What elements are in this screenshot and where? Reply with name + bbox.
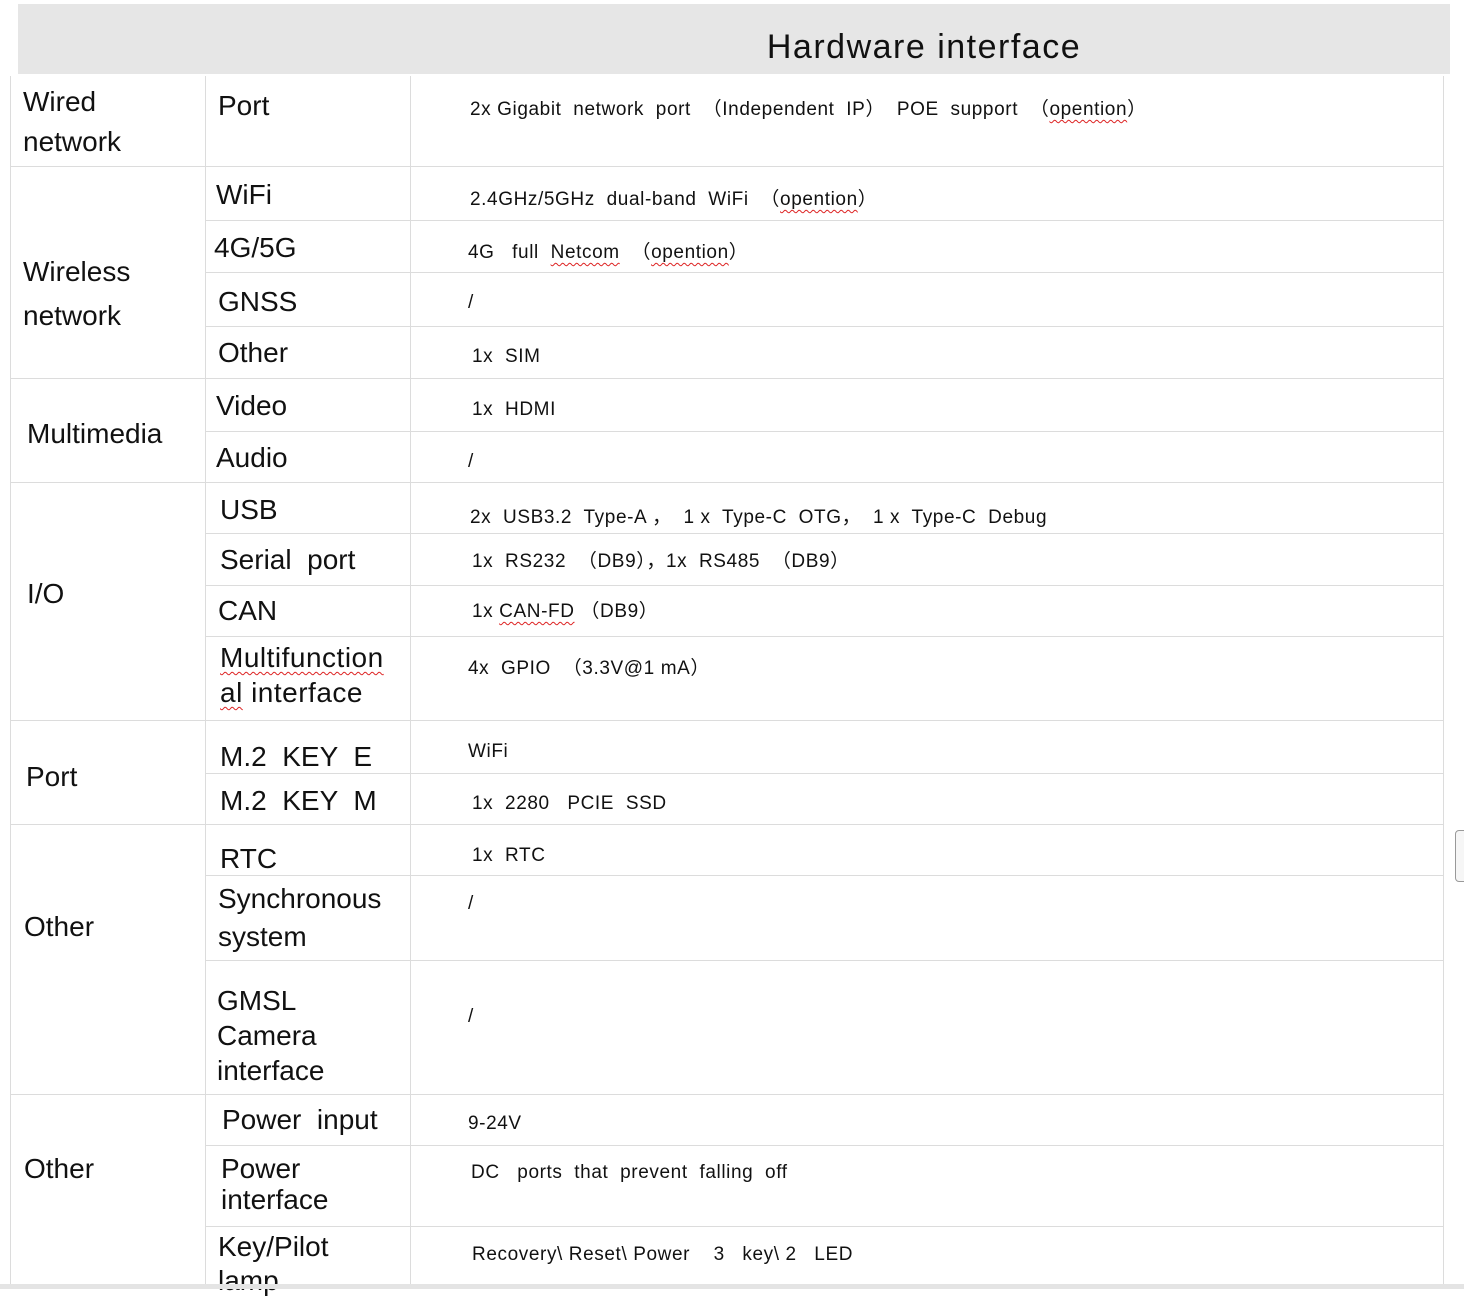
grid-line <box>10 720 1444 721</box>
value-rtc: 1x RTC <box>472 845 546 866</box>
grid-line <box>205 960 1444 961</box>
value-port: 2x Gigabit network port （Independent IP）… <box>470 94 1147 121</box>
grid-line <box>205 585 1444 586</box>
grid-line <box>205 533 1444 534</box>
grid-line <box>410 76 411 1289</box>
value-wifi: 2.4GHz/5GHz dual-band WiFi （opention） <box>470 184 877 211</box>
value-can: 1x CAN-FD （DB9） <box>472 596 658 623</box>
grid-line <box>1443 76 1444 1289</box>
value-marked-word: CAN-FD <box>499 601 575 622</box>
item-gmsl-camera-interface: GMSL Camera interface <box>217 985 325 1086</box>
grid-line <box>10 378 1444 379</box>
value-synchronous-system: / <box>468 893 474 914</box>
item-usb: USB <box>220 494 278 525</box>
item-multi-line2-rest: interface <box>242 677 363 708</box>
title-bar: Hardware interface <box>18 4 1450 74</box>
value-text: （ <box>619 242 652 263</box>
value-key-pilot-lamp: Recovery\ Reset\ Power 3 key\ 2 LED <box>472 1244 854 1265</box>
item-m2-key-e: M.2 KEY E <box>220 741 372 772</box>
item-synchronous-system: Synchronous system <box>218 883 382 952</box>
item-multi-line2-mark: al <box>220 677 243 708</box>
item-multi-line1: Multifunction <box>220 642 384 673</box>
value-m2-key-m: 1x 2280 PCIE SSD <box>472 793 667 814</box>
item-4g5g: 4G/5G <box>214 232 297 263</box>
spec-table: Wired network Wireless network Multimedi… <box>10 76 1444 1296</box>
grid-line <box>10 824 1444 825</box>
grid-line <box>205 875 1444 876</box>
category-wireless-network: Wireless network <box>23 256 131 332</box>
value-serial-port: 1x RS232 （DB9），1x RS485 （DB9） <box>472 551 850 572</box>
item-video: Video <box>216 390 288 421</box>
item-audio: Audio <box>216 442 288 473</box>
category-io: I/O <box>27 578 65 609</box>
value-marked-word: Netcom <box>550 242 620 263</box>
scroll-handle[interactable] <box>1455 830 1464 882</box>
value-power-input: 9-24V <box>468 1113 522 1134</box>
item-other: Other <box>218 337 289 368</box>
value-text: ） <box>728 242 749 263</box>
grid-line <box>205 272 1444 273</box>
value-power-interface: DC ports that prevent falling off <box>471 1162 788 1183</box>
value-audio: / <box>468 451 474 472</box>
grid-line <box>205 636 1444 637</box>
category-other: Other <box>24 911 95 942</box>
value-text: 2x Gigabit network port （Independent IP）… <box>470 99 1050 120</box>
category-port: Port <box>26 761 78 792</box>
value-text: 1x <box>472 601 500 622</box>
grid-line <box>205 76 206 1289</box>
value-text: （DB9） <box>574 601 659 622</box>
value-other: 1x SIM <box>472 346 541 367</box>
item-gnss: GNSS <box>218 286 298 317</box>
grid-line <box>205 773 1444 774</box>
value-usb: 2x USB3.2 Type-A ， 1 x Type-C OTG， 1 x T… <box>470 507 1048 528</box>
value-text: ） <box>1127 99 1147 120</box>
grid-line <box>10 76 11 1289</box>
value-marked-word: opention <box>651 242 729 263</box>
grid-line <box>205 431 1444 432</box>
item-m2-key-m: M.2 KEY M <box>220 785 377 816</box>
value-4g5g: 4G full Netcom （opention） <box>468 237 748 264</box>
grid-line <box>10 482 1444 483</box>
value-marked-word: opention <box>780 189 858 210</box>
grid-line <box>205 326 1444 327</box>
value-multifunctional-interface: 4x GPIO （3.3V@1 mA） <box>468 658 711 679</box>
page-bottom-edge <box>0 1284 1464 1289</box>
grid-line <box>205 1226 1444 1227</box>
category-other-power: Other <box>24 1153 95 1184</box>
grid-line <box>10 1094 1444 1095</box>
value-marked-word: opention <box>1049 99 1128 120</box>
grid-line <box>205 1145 1444 1146</box>
grid-line <box>10 166 1444 167</box>
grid-line <box>205 220 1444 221</box>
item-port: Port <box>218 90 270 121</box>
item-power-interface: Power interface <box>221 1153 329 1215</box>
page-title: Hardware interface <box>766 28 1082 66</box>
value-video: 1x HDMI <box>472 399 556 420</box>
value-text: 2.4GHz/5GHz dual-band WiFi （ <box>470 189 781 210</box>
item-rtc: RTC <box>220 843 278 874</box>
value-text: 4G full <box>468 242 551 263</box>
item-power-input: Power input <box>222 1104 378 1135</box>
item-serial-port: Serial port <box>220 544 356 575</box>
value-gmsl-camera-interface: / <box>468 1006 474 1027</box>
item-multifunctional-interface: Multifunction al interface <box>220 640 384 710</box>
value-m2-key-e: WiFi <box>468 741 509 762</box>
value-text: ） <box>857 189 878 210</box>
category-multimedia: Multimedia <box>27 418 163 449</box>
category-wired-network: Wired network <box>23 86 122 157</box>
item-wifi: WiFi <box>216 179 272 210</box>
value-gnss: / <box>468 292 474 313</box>
item-can: CAN <box>218 595 278 626</box>
